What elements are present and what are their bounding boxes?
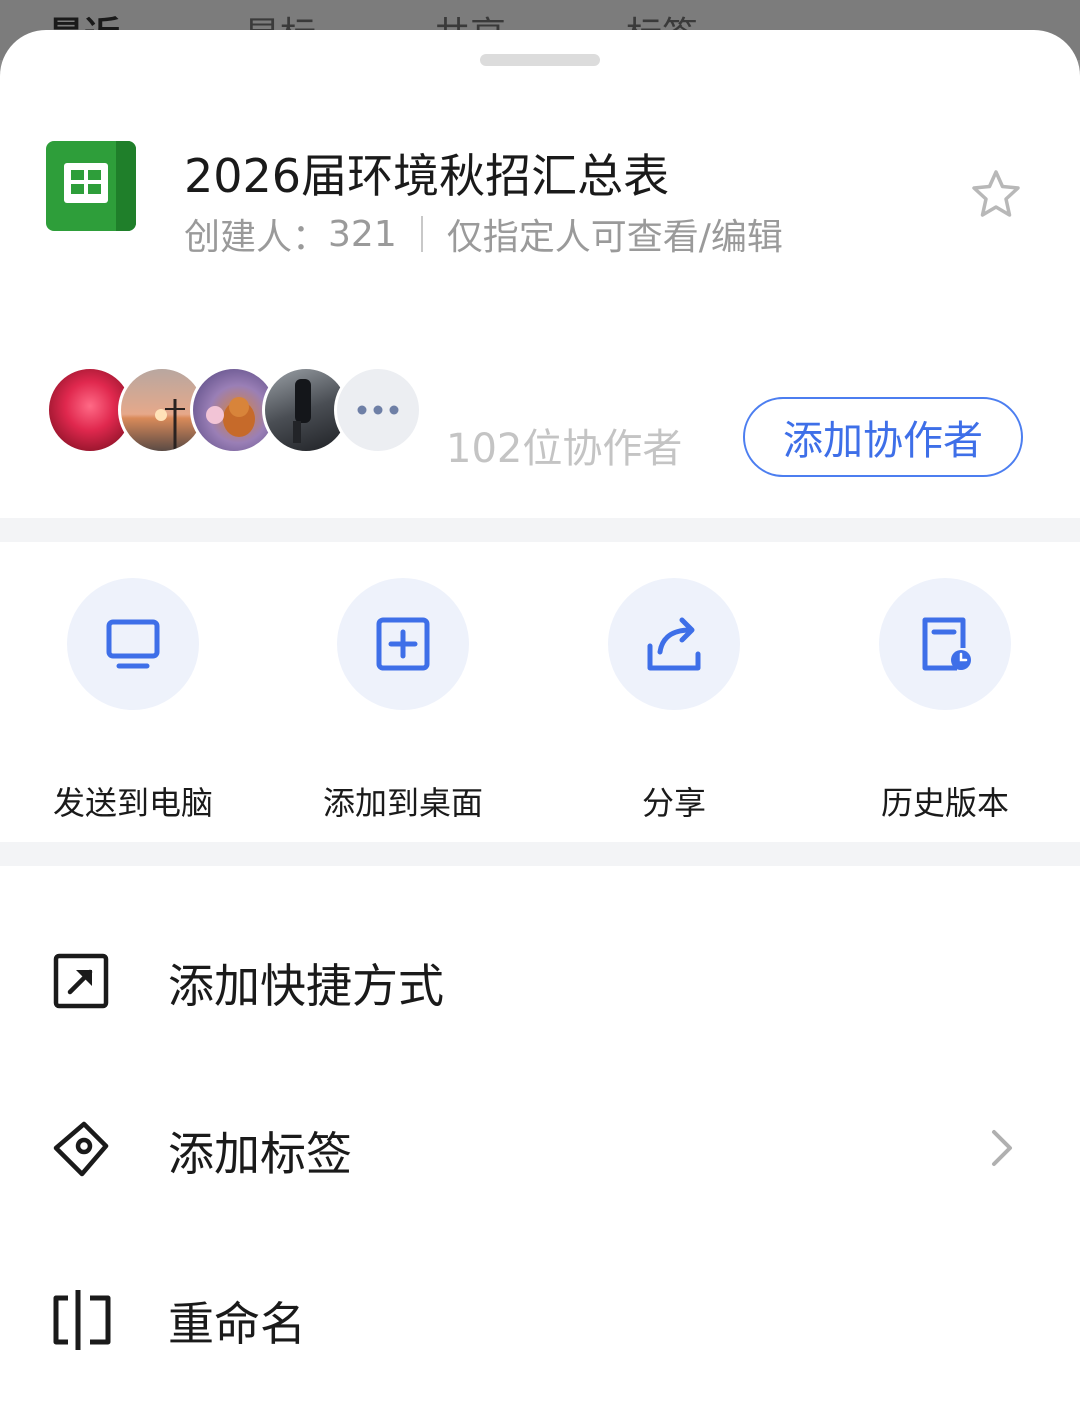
file-title: 2026届环境秋招汇总表 <box>184 149 670 203</box>
menu-item-add-tag[interactable]: 添加标签 <box>0 1088 1080 1208</box>
menu-label: 重命名 <box>168 1297 306 1351</box>
collaborator-count[interactable]: 102位协作者 <box>446 416 682 474</box>
collaborator-avatars[interactable] <box>46 366 426 454</box>
share-icon <box>608 578 740 710</box>
action-label: 历史版本 <box>880 784 1009 822</box>
section-divider <box>0 518 1080 542</box>
tag-icon <box>53 1121 109 1177</box>
star-icon[interactable] <box>970 168 1022 220</box>
spreadsheet-icon <box>46 141 136 231</box>
history-icon <box>879 578 1011 710</box>
creator-label: 创建人： <box>184 217 329 258</box>
bottom-sheet: 2026届环境秋招汇总表 创建人： 321 仅指定人可查看/编辑 102位协作者… <box>0 30 1080 1415</box>
share-button[interactable]: 分享 <box>564 578 784 828</box>
meta-separator <box>420 216 423 252</box>
shortcut-icon <box>53 953 109 1009</box>
add-to-desktop-button[interactable]: 添加到桌面 <box>293 578 513 828</box>
permission-text: 仅指定人可查看/编辑 <box>446 217 783 258</box>
action-label: 分享 <box>641 784 706 822</box>
section-divider <box>0 842 1080 866</box>
monitor-icon <box>67 578 199 710</box>
version-history-button[interactable]: 历史版本 <box>835 578 1055 828</box>
ellipsis-icon[interactable] <box>334 366 422 454</box>
add-collaborator-button[interactable]: 添加协作者 <box>743 397 1023 477</box>
menu-label: 添加标签 <box>168 1127 352 1181</box>
file-meta: 创建人： 321 仅指定人可查看/编辑 <box>184 208 783 260</box>
drag-handle[interactable] <box>480 54 600 66</box>
send-to-computer-button[interactable]: 发送到电脑 <box>23 578 243 828</box>
creator-value: 321 <box>328 213 397 255</box>
rename-icon <box>53 1290 111 1350</box>
add-square-icon <box>337 578 469 710</box>
action-label: 发送到电脑 <box>52 784 213 822</box>
menu-label: 添加快捷方式 <box>168 959 444 1013</box>
chevron-right-icon <box>992 1130 1012 1166</box>
menu-item-rename[interactable]: 重命名 <box>0 1258 1080 1378</box>
action-label: 添加到桌面 <box>322 784 483 822</box>
menu-item-add-shortcut[interactable]: 添加快捷方式 <box>0 920 1080 1040</box>
